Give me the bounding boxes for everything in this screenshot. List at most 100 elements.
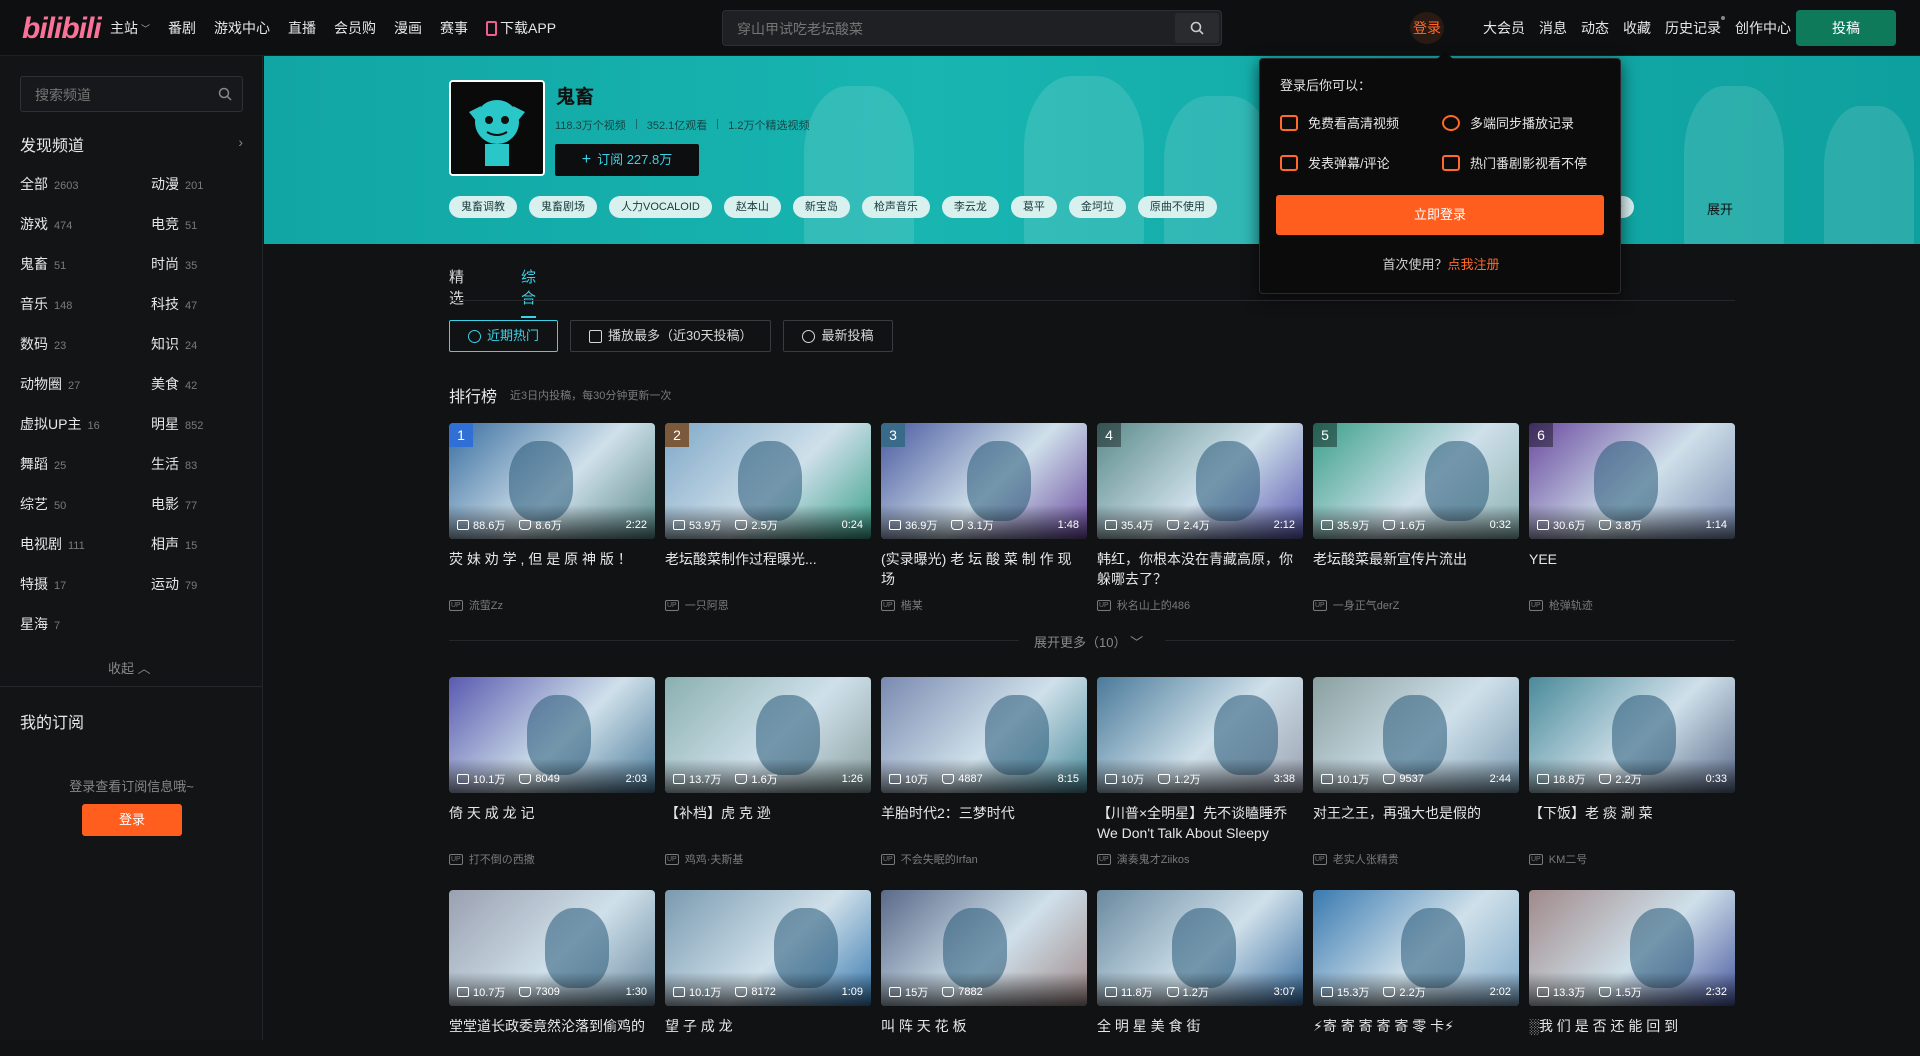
video-author[interactable]: UP KM二号 xyxy=(1529,851,1735,867)
channel-item[interactable]: 时尚 35 xyxy=(151,254,197,274)
channel-tag[interactable]: 葛平 xyxy=(1010,196,1057,218)
sidebar-login-button[interactable]: 登录 xyxy=(82,804,182,836)
channel-item[interactable]: 美食 42 xyxy=(151,374,197,394)
video-title[interactable]: 叫 阵 天 花 板 xyxy=(881,1016,1087,1056)
discover-channels[interactable]: 发现频道 › xyxy=(20,132,243,155)
video-author[interactable]: UP 不会失眠的Irfan xyxy=(881,851,1087,867)
channel-tag[interactable]: 鬼畜剧场 xyxy=(529,196,597,218)
channel-item[interactable]: 相声 15 xyxy=(151,534,197,554)
video-thumbnail[interactable]: 10.1万 8172 1:09 xyxy=(665,890,871,1006)
search-input[interactable] xyxy=(737,19,1157,39)
header-login-button[interactable]: 登录 xyxy=(1410,12,1444,44)
video-author[interactable]: UP 流萤Zz xyxy=(449,597,655,613)
channel-item[interactable]: 星海 7 xyxy=(20,614,60,634)
nav-creator-center[interactable]: 创作中心 xyxy=(1735,18,1791,38)
video-title[interactable]: 老坛酸菜制作过程曝光... xyxy=(665,549,871,589)
video-thumbnail[interactable]: 10.7万 7309 1:30 xyxy=(449,890,655,1006)
video-card[interactable]: 10.1万 8172 1:09 望 子 成 龙 xyxy=(665,890,871,1056)
video-title[interactable]: 望 子 成 龙 xyxy=(665,1016,871,1056)
search-icon[interactable] xyxy=(218,87,232,101)
channel-item[interactable]: 游戏 474 xyxy=(20,214,72,234)
video-title[interactable]: 【下饭】老 痰 涮 菜 xyxy=(1529,803,1735,843)
nav-download-app[interactable]: 下载APP xyxy=(486,18,556,38)
subscribe-button[interactable]: + 订阅 227.8万 xyxy=(555,144,699,176)
channel-item[interactable]: 科技 47 xyxy=(151,294,197,314)
video-thumbnail[interactable]: 11.8万 1.2万 3:07 xyxy=(1097,890,1303,1006)
channel-item[interactable]: 生活 83 xyxy=(151,454,197,474)
nav-favorites[interactable]: 收藏 xyxy=(1623,18,1651,38)
video-card[interactable]: 10万 1.2万 3:38 【川普×全明星】先不谈瞌睡乔We Don't Talk A… xyxy=(1097,677,1303,867)
video-thumbnail[interactable]: 10.1万 9537 2:44 xyxy=(1313,677,1519,793)
video-thumbnail[interactable]: 13.3万 1.5万 2:32 xyxy=(1529,890,1735,1006)
video-card[interactable]: 3 36.9万 3.1万 1:48 (实录曝光) 老 坛 酸 菜 制 作 现 场 UP 楷某 xyxy=(881,423,1087,613)
video-card[interactable]: 1 88.6万 8.6万 2:22 荧 妹 劝 学 , 但 是 原 神 版 ！ UP 流萤Z… xyxy=(449,423,655,613)
video-author[interactable]: UP 枪弹轨迹 xyxy=(1529,597,1735,613)
nav-live[interactable]: 直播 xyxy=(288,18,316,38)
video-thumbnail[interactable]: 18.8万 2.2万 0:33 xyxy=(1529,677,1735,793)
nav-game-center[interactable]: 游戏中心 xyxy=(214,18,270,38)
channel-item[interactable]: 虚拟UP主 16 xyxy=(20,414,100,434)
channel-item[interactable]: 运动 79 xyxy=(151,574,197,594)
video-author[interactable]: UP 鸡鸡·夫斯基 xyxy=(665,851,871,867)
video-card[interactable]: 10.7万 7309 1:30 堂堂道长政委竟然沦落到偷鸡的 xyxy=(449,890,655,1056)
expand-tags-button[interactable]: 展开 xyxy=(1707,199,1733,218)
video-card[interactable]: 11.8万 1.2万 3:07 全 明 星 美 食 街 xyxy=(1097,890,1303,1056)
video-card[interactable]: 10.1万 8049 2:03 倚 天 成 龙 记 UP 打不倒の西撒 xyxy=(449,677,655,867)
video-card[interactable]: 10万 4887 8:15 羊胎时代2：三梦时代 UP 不会失眠的Irfan xyxy=(881,677,1087,867)
nav-mall[interactable]: 会员购 xyxy=(334,18,376,38)
video-author[interactable]: UP 一身正气derZ xyxy=(1313,597,1519,613)
tab-featured[interactable]: 精选 xyxy=(449,266,464,308)
login-now-button[interactable]: 立即登录 xyxy=(1276,195,1604,235)
channel-item[interactable]: 综艺 50 xyxy=(20,494,66,514)
video-title[interactable]: 堂堂道长政委竟然沦落到偷鸡的 xyxy=(449,1016,655,1056)
nav-anime[interactable]: 番剧 xyxy=(168,18,196,38)
video-title[interactable]: 羊胎时代2：三梦时代 xyxy=(881,803,1087,843)
nav-esports[interactable]: 赛事 xyxy=(440,18,468,38)
channel-tag[interactable]: 人力VOCALOID xyxy=(609,196,712,218)
video-title[interactable]: 荧 妹 劝 学 , 但 是 原 神 版 ！ xyxy=(449,549,655,589)
nav-vip[interactable]: 大会员 xyxy=(1483,18,1525,38)
video-title[interactable]: YEE xyxy=(1529,549,1735,589)
video-card[interactable]: 4 35.4万 2.4万 2:12 韩红，你根本没在青藏高原，你躲哪去了？ UP 秋名山上的… xyxy=(1097,423,1303,613)
video-title[interactable]: 【补档】虎 克 逊 xyxy=(665,803,871,843)
video-thumbnail[interactable]: 10万 1.2万 3:38 xyxy=(1097,677,1303,793)
channel-tag[interactable]: 赵本山 xyxy=(723,196,781,218)
video-card[interactable]: 10.1万 9537 2:44 对王之王，再强大也是假的 UP 老实人张精贵 xyxy=(1313,677,1519,867)
channel-tag[interactable]: 枪声音乐 xyxy=(861,196,930,218)
nav-messages[interactable]: 消息 xyxy=(1539,18,1567,38)
channel-item[interactable]: 动漫 201 xyxy=(151,174,203,194)
video-thumbnail[interactable]: 2 53.9万 2.5万 0:24 xyxy=(665,423,871,539)
channel-item[interactable]: 鬼畜 51 xyxy=(20,254,66,274)
bilibili-logo[interactable]: bilibili xyxy=(22,12,102,46)
video-title[interactable]: ░我 们 是 否 还 能 回 到 xyxy=(1529,1016,1735,1056)
video-title[interactable]: 韩红，你根本没在青藏高原，你躲哪去了？ xyxy=(1097,549,1303,589)
video-author[interactable]: UP 秋名山上的486 xyxy=(1097,597,1303,613)
channel-item[interactable]: 音乐 148 xyxy=(20,294,72,314)
nav-home[interactable]: 主站 ﹀ xyxy=(110,18,150,38)
collapse-button[interactable]: 收起 ︿ xyxy=(108,658,151,677)
nav-dynamics[interactable]: 动态 xyxy=(1581,18,1609,38)
video-title[interactable]: 【川普×全明星】先不谈瞌睡乔We Don't Talk About Sleepy… xyxy=(1097,803,1303,843)
search-button[interactable] xyxy=(1175,13,1219,43)
filter-newest[interactable]: 最新投稿 xyxy=(783,320,893,352)
video-card[interactable]: 18.8万 2.2万 0:33 【下饭】老 痰 涮 菜 UP KM二号 xyxy=(1529,677,1735,867)
video-card[interactable]: 5 35.9万 1.6万 0:32 老坛酸菜最新宣传片流出 UP 一身正气derZ xyxy=(1313,423,1519,613)
video-thumbnail[interactable]: 6 30.6万 3.8万 1:14 xyxy=(1529,423,1735,539)
video-thumbnail[interactable]: 15.3万 2.2万 2:02 xyxy=(1313,890,1519,1006)
video-thumbnail[interactable]: 15万 7882 xyxy=(881,890,1087,1006)
video-thumbnail[interactable]: 4 35.4万 2.4万 2:12 xyxy=(1097,423,1303,539)
upload-button[interactable]: 投稿 xyxy=(1796,10,1896,46)
channel-item[interactable]: 舞蹈 25 xyxy=(20,454,66,474)
video-card[interactable]: 6 30.6万 3.8万 1:14 YEE UP 枪弹轨迹 xyxy=(1529,423,1735,613)
video-thumbnail[interactable]: 10.1万 8049 2:03 xyxy=(449,677,655,793)
video-thumbnail[interactable]: 10万 4887 8:15 xyxy=(881,677,1087,793)
video-title[interactable]: ⚡寄 寄 寄 寄 寄 零 卡⚡ xyxy=(1313,1016,1519,1056)
register-link[interactable]: 点我注册 xyxy=(1448,257,1500,272)
channel-item[interactable]: 明星 852 xyxy=(151,414,203,434)
channel-tag[interactable]: 原曲不使用 xyxy=(1137,196,1217,218)
channel-item[interactable]: 电视剧 111 xyxy=(20,534,85,554)
nav-manga[interactable]: 漫画 xyxy=(394,18,422,38)
channel-item[interactable]: 动物圈 27 xyxy=(20,374,80,394)
video-title[interactable]: 全 明 星 美 食 街 xyxy=(1097,1016,1303,1056)
channel-tag[interactable]: 鬼畜调教 xyxy=(449,196,517,218)
